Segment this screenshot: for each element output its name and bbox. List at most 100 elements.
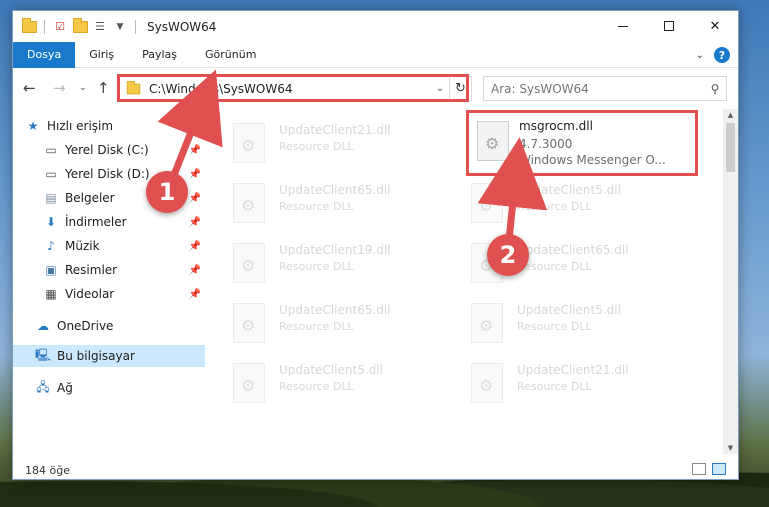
navigation-pane: ★ Hızlı erişim ▭ Yerel Disk (C:) 📌 ▭ Yer… <box>13 109 205 454</box>
nav-label: Ağ <box>57 381 73 395</box>
nav-drive-c[interactable]: ▭ Yerel Disk (C:) 📌 <box>13 139 205 161</box>
close-button[interactable]: ✕ <box>692 11 738 41</box>
search-icon[interactable]: ⚲ <box>704 82 726 96</box>
nav-onedrive[interactable]: ☁ OneDrive <box>13 315 205 337</box>
file-name: UpdateClient21.dll <box>517 363 629 377</box>
customize-icon[interactable]: ☰ <box>92 19 108 35</box>
file-item[interactable]: UpdateClient65.dll Resource DLL <box>217 175 447 231</box>
dll-file-icon <box>471 303 503 343</box>
tab-gorunum[interactable]: Görünüm <box>191 42 270 68</box>
drive-icon: ▭ <box>45 143 57 157</box>
network-icon: 🖧 <box>36 379 50 394</box>
nav-label: Resimler <box>65 263 118 277</box>
dll-file-icon <box>477 121 509 161</box>
file-name: msgrocm.dll <box>519 119 593 133</box>
tab-giris[interactable]: Giriş <box>75 42 128 68</box>
dll-file-icon <box>233 243 265 283</box>
address-path[interactable]: C:\Windows\SysWOW64 <box>149 82 431 96</box>
file-version: 4.7.3000 <box>519 137 573 151</box>
file-type: Resource DLL <box>279 320 354 333</box>
search-input[interactable] <box>484 81 704 96</box>
file-name: UpdateClient65.dll <box>517 243 629 257</box>
vertical-scrollbar[interactable]: ▲ ▼ <box>723 109 738 454</box>
file-name: UpdateClient65.dll <box>279 183 391 197</box>
pin-icon[interactable]: 📌 <box>189 265 201 276</box>
file-item[interactable]: UpdateClient5.dll Resource DLL <box>455 295 685 351</box>
scroll-down-icon[interactable]: ▼ <box>723 444 738 452</box>
file-item[interactable]: UpdateClient5.dll Resource DLL <box>455 175 685 231</box>
nav-label: Belgeler <box>65 191 115 205</box>
nav-label: Yerel Disk (D:) <box>65 167 150 181</box>
help-icon[interactable]: ? <box>714 47 730 63</box>
nav-music[interactable]: ♪ Müzik 📌 <box>13 235 205 257</box>
details-view-icon[interactable] <box>692 463 706 475</box>
pin-icon[interactable]: 📌 <box>189 289 201 300</box>
expand-ribbon-icon[interactable]: ⌄ <box>696 50 704 61</box>
back-arrow-icon[interactable]: ← <box>23 79 36 97</box>
pin-icon[interactable]: 📌 <box>189 145 201 156</box>
up-arrow-icon[interactable]: ↑ <box>97 79 110 97</box>
ribbon-right: ⌄ ? <box>696 47 730 63</box>
dll-file-icon <box>233 303 265 343</box>
pin-icon[interactable]: 📌 <box>189 241 201 252</box>
step-marker-1: 1 <box>146 171 188 213</box>
file-list: UpdateClient21.dll Resource DLL UpdateCl… <box>217 109 723 454</box>
chevron-down-icon[interactable]: ▼ <box>112 19 128 35</box>
scroll-thumb[interactable] <box>726 123 735 172</box>
dll-file-icon <box>471 183 503 223</box>
downloads-icon: ⬇ <box>45 215 57 229</box>
chevron-down-icon[interactable]: ⌄ <box>431 83 449 94</box>
nav-label: İndirmeler <box>65 215 127 229</box>
star-icon: ★ <box>27 119 39 133</box>
tab-paylas[interactable]: Paylaş <box>128 42 191 68</box>
pin-icon[interactable]: 📌 <box>189 217 201 228</box>
address-bar[interactable]: C:\Windows\SysWOW64 ⌄ ↻ <box>119 76 472 101</box>
msgrocm-dll-file[interactable]: msgrocm.dll 4.7.3000 Windows Messenger O… <box>466 110 698 176</box>
file-name: UpdateClient5.dll <box>517 183 621 197</box>
quick-access-toolbar: ☑ ☰ ▼ <box>13 11 139 42</box>
status-bar: 184 öğe <box>13 459 738 481</box>
dll-file-icon <box>233 183 265 223</box>
nav-label: Hızlı erişim <box>47 119 114 133</box>
dll-file-icon <box>233 123 265 163</box>
file-item[interactable]: UpdateClient65.dll Resource DLL <box>217 295 447 351</box>
file-name: UpdateClient21.dll <box>279 123 391 137</box>
properties-icon[interactable]: ☑ <box>52 19 68 35</box>
file-item[interactable]: UpdateClient21.dll Resource DLL <box>217 115 447 171</box>
nav-quick-access[interactable]: ★ Hızlı erişim <box>13 115 205 137</box>
maximize-button[interactable] <box>646 11 692 41</box>
nav-pictures[interactable]: ▣ Resimler 📌 <box>13 259 205 281</box>
nav-this-pc[interactable]: 🖳 Bu bilgisayar <box>13 345 205 367</box>
nav-videos[interactable]: ▦ Videolar 📌 <box>13 283 205 305</box>
file-item[interactable]: UpdateClient5.dll Resource DLL <box>217 355 447 411</box>
file-type: Resource DLL <box>279 260 354 273</box>
view-buttons <box>692 463 726 475</box>
navigation-bar: ← → ⌄ ↑ C:\Windows\SysWOW64 ⌄ ↻ ⚲ <box>13 73 738 103</box>
nav-label: OneDrive <box>57 319 114 333</box>
forward-arrow-icon[interactable]: → <box>53 79 66 97</box>
item-count: 184 öğe <box>25 463 70 477</box>
tiles-view-icon[interactable] <box>712 463 726 475</box>
pin-icon[interactable]: 📌 <box>189 193 201 204</box>
tab-dosya[interactable]: Dosya <box>13 41 76 68</box>
file-item[interactable]: UpdateClient21.dll Resource DLL <box>455 355 685 411</box>
new-folder-icon[interactable] <box>72 17 88 35</box>
file-type: Resource DLL <box>517 320 592 333</box>
explorer-window: ☑ ☰ ▼ SysWOW64 ✕ Dosya Giriş Paylaş Görü… <box>12 10 739 480</box>
nav-label: Videolar <box>65 287 115 301</box>
scroll-up-icon[interactable]: ▲ <box>723 111 738 119</box>
nav-downloads[interactable]: ⬇ İndirmeler 📌 <box>13 211 205 233</box>
file-item[interactable]: UpdateClient19.dll Resource DLL <box>217 235 447 291</box>
pin-icon[interactable]: 📌 <box>189 169 201 180</box>
search-box[interactable]: ⚲ <box>483 76 727 101</box>
window-title: SysWOW64 <box>147 19 217 34</box>
file-name: UpdateClient65.dll <box>279 303 391 317</box>
minimize-button[interactable] <box>600 11 646 41</box>
file-type: Resource DLL <box>517 380 592 393</box>
file-type: Resource DLL <box>517 200 592 213</box>
ribbon-tabs: Dosya Giriş Paylaş Görünüm ⌄ ? <box>13 41 738 68</box>
refresh-icon[interactable]: ↻ <box>449 77 471 100</box>
recent-locations-icon[interactable]: ⌄ <box>79 83 87 93</box>
nav-network[interactable]: 🖧 Ağ <box>13 377 205 399</box>
title-bar: ☑ ☰ ▼ SysWOW64 ✕ <box>13 11 738 42</box>
